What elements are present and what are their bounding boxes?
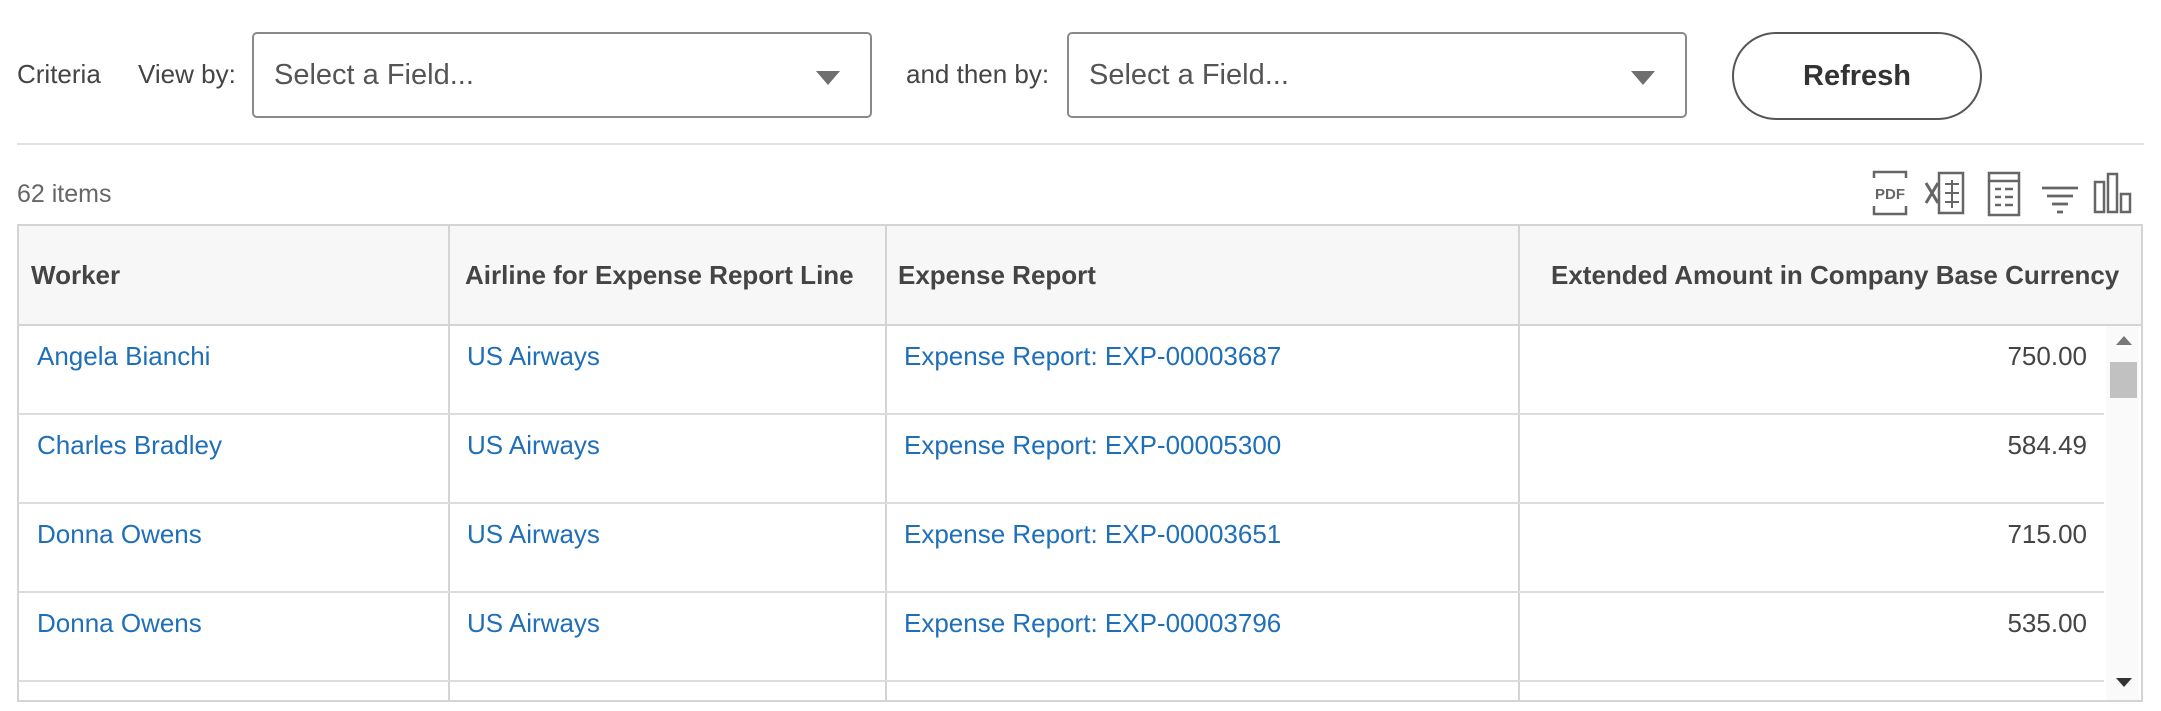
table-row: Donna Owens US Airways Expense Report: E… — [19, 593, 2104, 682]
then-by-select[interactable]: Select a Field... — [1067, 32, 1687, 118]
divider — [17, 143, 2144, 145]
amount-cell: 750.00 — [2007, 341, 2087, 371]
expense-report-link[interactable]: Expense Report: EXP-00003687 — [904, 326, 1504, 413]
chart-view-icon[interactable] — [2092, 168, 2136, 218]
scroll-up-arrow-icon[interactable] — [2116, 336, 2132, 345]
column-header-extended-amount[interactable]: Extended Amount in Company Base Currency — [1551, 226, 2119, 324]
view-by-select-value: Select a Field... — [274, 59, 474, 91]
filter-icon[interactable] — [2038, 168, 2082, 218]
amount-cell: 535.00 — [2007, 608, 2087, 638]
worker-link[interactable]: Angela Bianchi — [37, 326, 437, 413]
column-header-worker[interactable]: Worker — [31, 226, 451, 324]
table-row: Charles Bradley US Airways Expense Repor… — [19, 415, 2104, 504]
chevron-down-icon — [1631, 71, 1655, 85]
expense-report-link[interactable]: Expense Report: EXP-00005300 — [904, 415, 1504, 502]
airline-link[interactable]: US Airways — [467, 504, 867, 591]
amount-cell: 715.00 — [2007, 519, 2087, 549]
airline-link[interactable]: US Airways — [467, 593, 867, 680]
view-by-select[interactable]: Select a Field... — [252, 32, 872, 118]
scroll-down-arrow-icon[interactable] — [2116, 678, 2132, 687]
worker-link[interactable]: Donna Owens — [37, 593, 437, 680]
criteria-label: Criteria — [17, 59, 101, 89]
column-header-expense-report[interactable]: Expense Report — [898, 226, 1498, 324]
table-row: Angela Bianchi US Airways Expense Report… — [19, 326, 2104, 415]
airline-link[interactable]: US Airways — [467, 415, 867, 502]
vertical-scrollbar[interactable] — [2106, 326, 2139, 700]
expense-report-link[interactable]: Expense Report: EXP-00003651 — [904, 504, 1504, 591]
airline-link[interactable]: US Airways — [467, 326, 867, 413]
then-by-select-value: Select a Field... — [1089, 59, 1289, 91]
criteria-bar: Criteria View by: Select a Field... and … — [0, 0, 2161, 150]
table-view-icon[interactable] — [1982, 168, 2026, 218]
grid-header: Worker Airline for Expense Report Line E… — [19, 226, 2141, 326]
amount-cell: 584.49 — [2007, 430, 2087, 460]
expense-report-link[interactable]: Expense Report: EXP-00003796 — [904, 593, 1504, 680]
chevron-down-icon — [816, 71, 840, 85]
grid-toolbar: PDF — [1864, 168, 2144, 218]
view-by-label: View by: — [138, 59, 236, 89]
svg-text:PDF: PDF — [1875, 186, 1905, 203]
refresh-button[interactable]: Refresh — [1732, 32, 1982, 120]
worker-link[interactable]: Charles Bradley — [37, 415, 437, 502]
item-count: 62 items — [17, 180, 112, 208]
then-by-label: and then by: — [906, 59, 1050, 89]
column-header-airline[interactable]: Airline for Expense Report Line — [465, 226, 885, 324]
pdf-export-icon[interactable]: PDF — [1868, 168, 1912, 218]
scrollbar-thumb[interactable] — [2110, 362, 2137, 398]
worker-link[interactable]: Donna Owens — [37, 504, 437, 591]
table-row: Donna Owens US Airways Expense Report: E… — [19, 504, 2104, 593]
excel-export-icon[interactable] — [1924, 168, 1968, 218]
data-grid: Worker Airline for Expense Report Line E… — [17, 224, 2143, 702]
